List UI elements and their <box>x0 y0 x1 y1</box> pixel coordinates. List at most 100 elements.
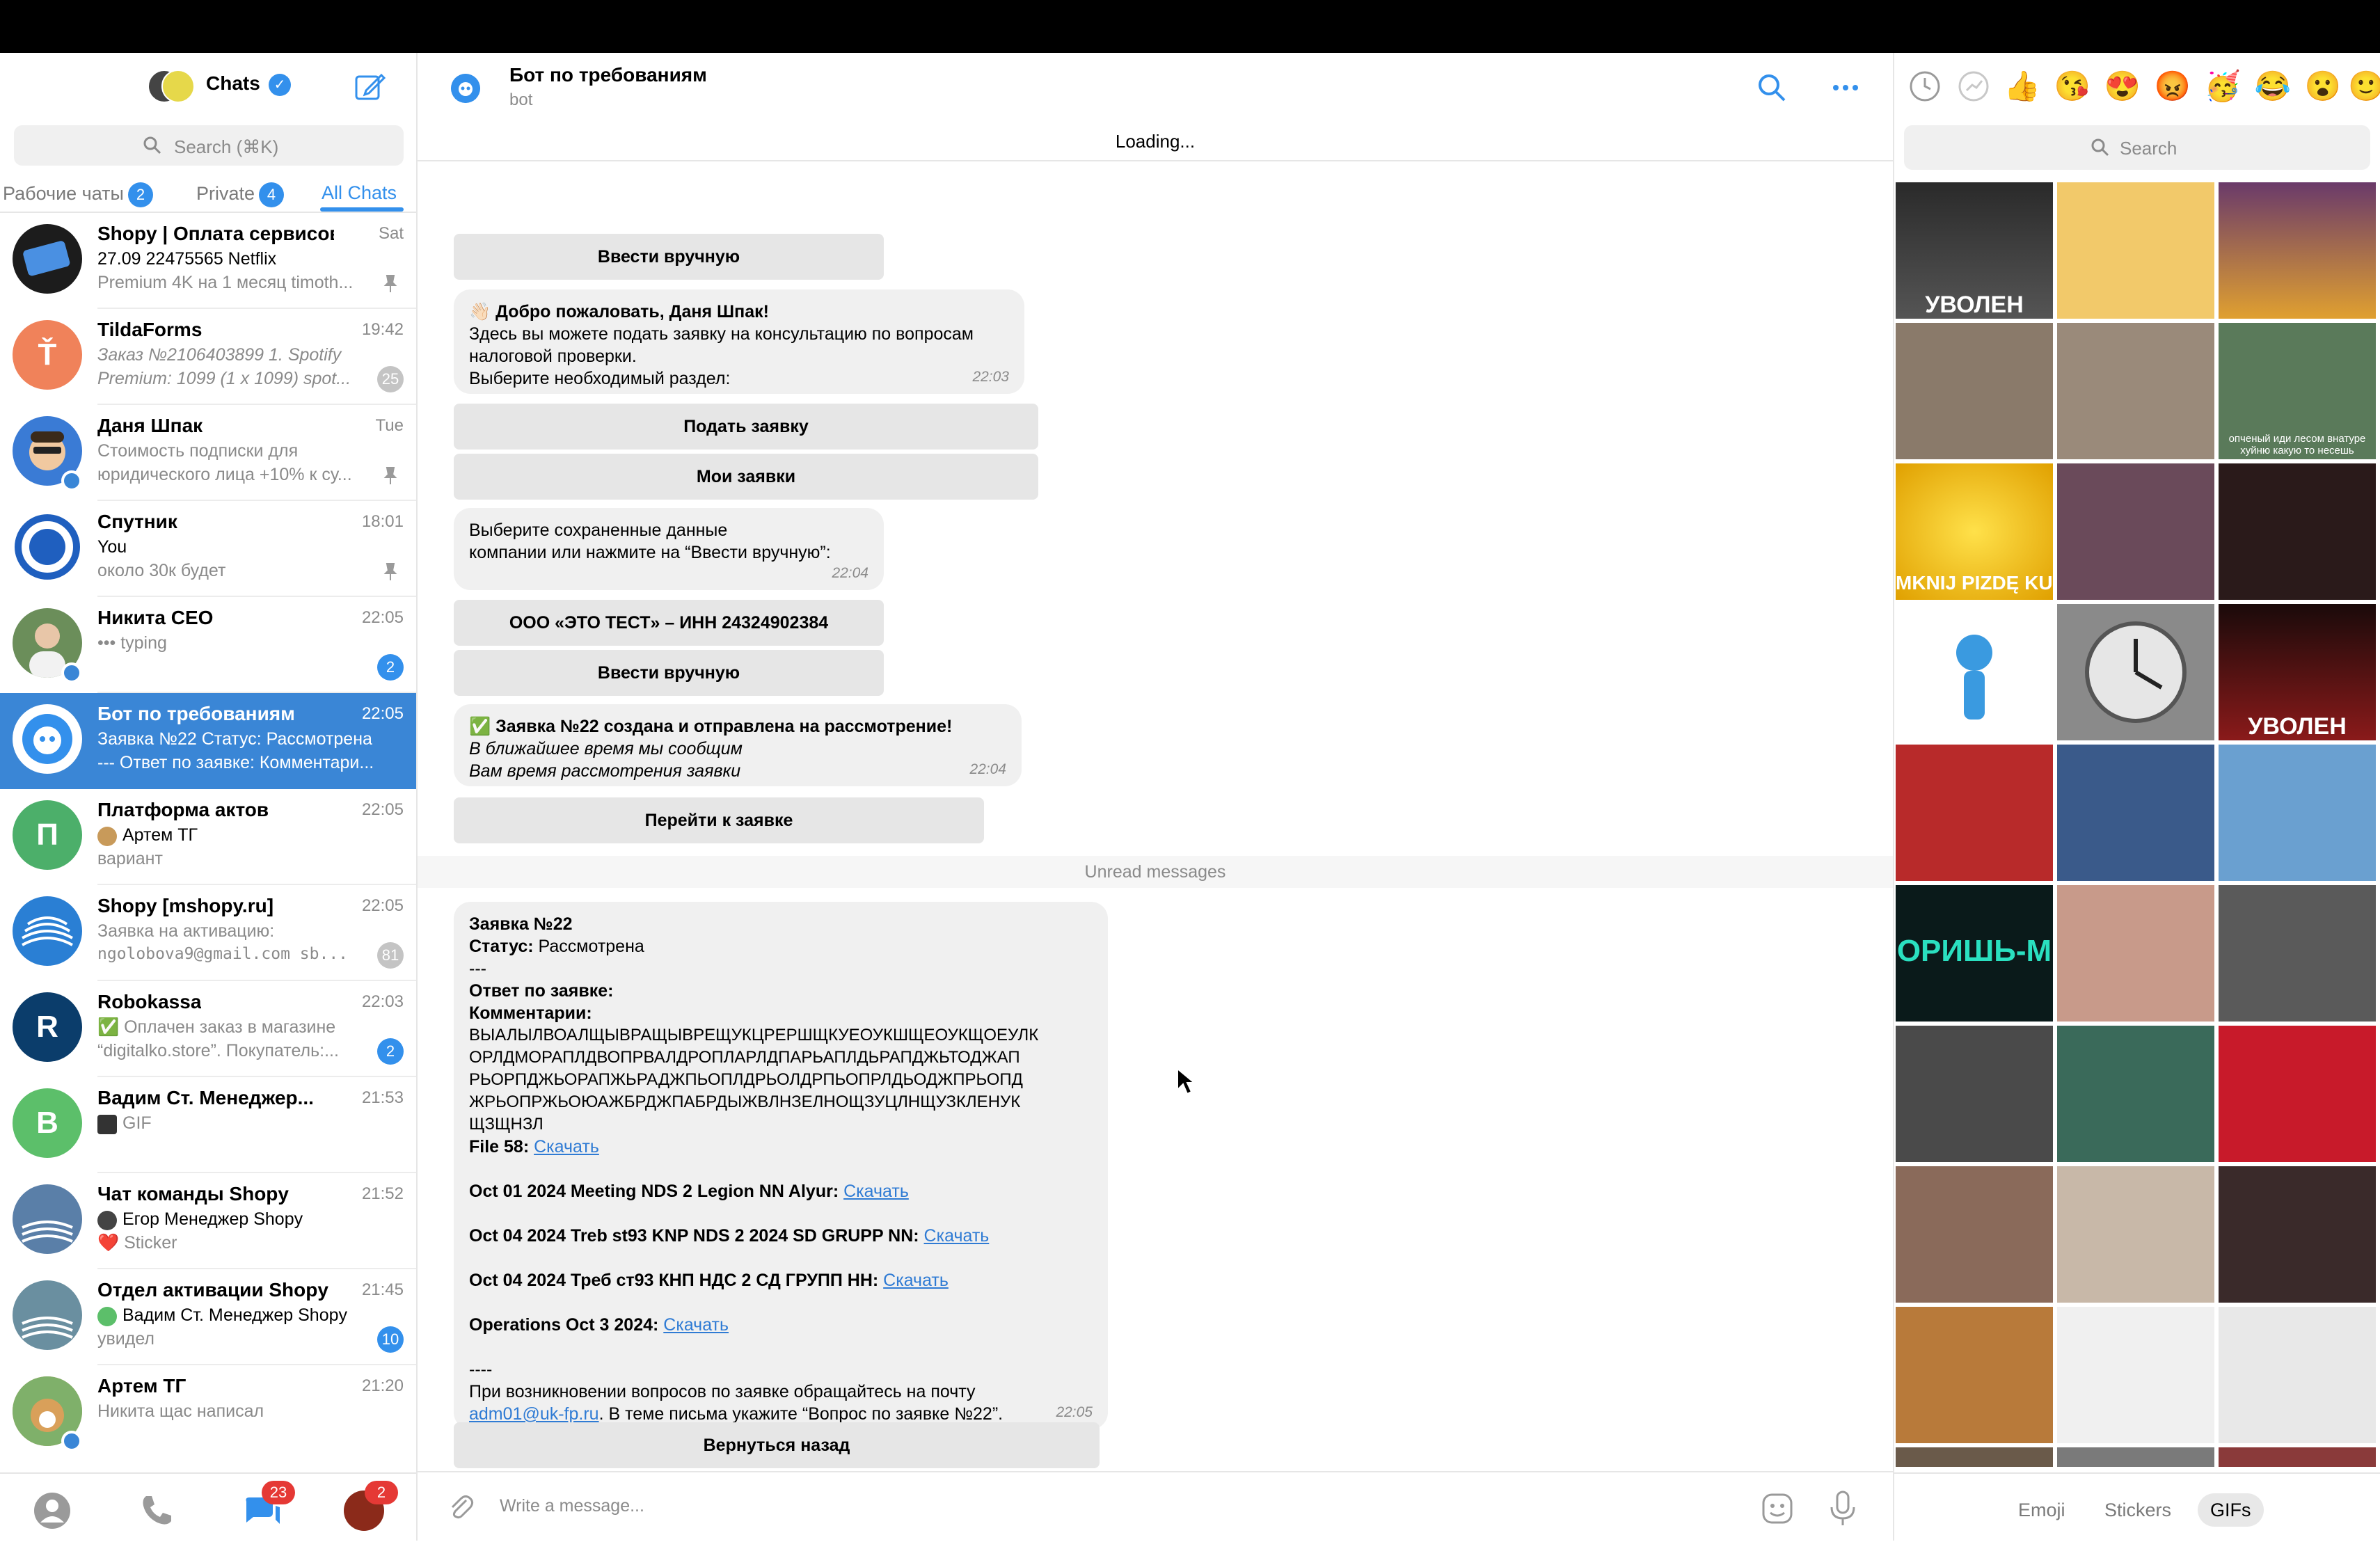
trending-icon[interactable] <box>1953 65 1994 107</box>
gif-item[interactable]: УВОЛЕН <box>1896 182 2053 319</box>
chat-item-artem-tg[interactable]: Артем ТГ 21:20 Никита щас написал <box>0 1365 416 1461</box>
chat-item-shopy-mshopy[interactable]: Shopy [mshopy.ru] 22:05 Заявка на актива… <box>0 885 416 981</box>
gif-item[interactable] <box>2057 745 2214 881</box>
gif-item[interactable] <box>1896 1307 2053 1443</box>
message-line: налоговой проверки. <box>469 347 637 366</box>
gif-item[interactable] <box>2219 463 2376 600</box>
gif-item[interactable]: УВОЛЕН <box>2219 604 2376 740</box>
download-link[interactable]: Скачать <box>843 1182 909 1201</box>
gif-item[interactable] <box>2219 182 2376 319</box>
download-link[interactable]: Скачать <box>663 1315 729 1335</box>
gif-item[interactable] <box>2057 1307 2214 1443</box>
angry-emoji[interactable]: 😡 <box>2152 65 2193 107</box>
chat-item-vadim-manager[interactable]: В Вадим Ст. Менеджер... 21:53 GIF <box>0 1077 416 1173</box>
gif-search-input[interactable]: Search <box>1904 125 2370 170</box>
search-icon[interactable] <box>1756 72 1787 103</box>
chat-list-panel: Chats ✓ Search (⌘K) Рабочие чаты 2 Privat… <box>0 53 418 1542</box>
download-link[interactable]: Скачать <box>924 1226 990 1246</box>
gif-item[interactable] <box>2057 604 2214 740</box>
email-link[interactable]: adm01@uk-fp.ru <box>469 1404 599 1424</box>
chats-nav-button[interactable]: 23 <box>241 1481 295 1531</box>
gif-item[interactable] <box>1896 323 2053 459</box>
tab-emoji[interactable]: Emoji <box>2006 1493 2078 1527</box>
avatar <box>13 1184 82 1254</box>
gif-item[interactable] <box>2057 1026 2214 1162</box>
chat-name: TildaForms <box>97 319 203 340</box>
chat-item-platforma-aktov[interactable]: П Платформа актов 22:05 Артем ТГ вариант <box>0 789 416 885</box>
comment-text: ЖРЬОПРЖЬОЮАЖБРДЖПАБРДЫЖВЛНЗЕЛНОЩЗУЦЛНЩУЗ… <box>469 1092 1021 1111</box>
calls-icon[interactable] <box>136 1491 177 1531</box>
gif-item[interactable] <box>2057 885 2214 1022</box>
gif-item[interactable] <box>2057 323 2214 459</box>
thumbs-up-emoji[interactable]: 👍 <box>2001 65 2043 107</box>
chat-item-tildaforms[interactable]: Ť TildaForms 19:42 Заказ №2106403899 1. … <box>0 309 416 405</box>
gif-item[interactable] <box>1896 1447 2053 1467</box>
heart-eyes-emoji[interactable]: 😍 <box>2102 65 2143 107</box>
chat-preview: Никита щас написал <box>97 1401 264 1421</box>
laughing-emoji[interactable]: 😂 <box>2252 65 2294 107</box>
chat-item-requirements-bot[interactable]: Бот по требованиям 22:05 Заявка №22 Стат… <box>0 693 416 789</box>
gif-item[interactable] <box>1896 1166 2053 1303</box>
chat-item-sputnik[interactable]: Спутник 18:01 You около 30к будет <box>0 501 416 597</box>
unread-count: 2 <box>377 654 404 681</box>
gif-item[interactable] <box>1896 604 2053 740</box>
avatar: R <box>13 992 82 1062</box>
account-avatars[interactable] <box>148 70 195 103</box>
more-icon[interactable] <box>1832 82 1859 93</box>
sticker-icon[interactable] <box>1761 1492 1794 1525</box>
tab-work-chats[interactable]: Рабочие чаты 2 <box>3 182 153 207</box>
chat-item-activation-dept[interactable]: Отдел активации Shopy 21:45 Вадим Ст. Ме… <box>0 1269 416 1365</box>
attach-icon[interactable] <box>445 1492 476 1523</box>
profile-nav-button[interactable]: 2 <box>344 1481 398 1531</box>
tab-private[interactable]: Private 4 <box>196 182 285 207</box>
gif-item[interactable] <box>2219 1307 2376 1443</box>
chat-item-danya-shpak[interactable]: Даня Шпак Tue Стоимость подписки для юри… <box>0 405 416 501</box>
go-to-request-button[interactable]: Перейти к заявке <box>454 797 984 843</box>
my-requests-button[interactable]: Мои заявки <box>454 454 1038 500</box>
contacts-icon[interactable] <box>32 1491 72 1531</box>
go-back-button[interactable]: Вернуться назад <box>454 1422 1100 1468</box>
download-link[interactable]: Скачать <box>883 1271 949 1290</box>
enter-manually-button[interactable]: Ввести вручную <box>454 234 884 280</box>
gif-item[interactable] <box>1896 1026 2053 1162</box>
surprised-emoji[interactable]: 😮 <box>2302 65 2344 107</box>
conversation-header[interactable]: Бот по требованиям bot <box>418 53 1893 120</box>
recent-icon[interactable] <box>1904 65 1946 107</box>
gif-item[interactable] <box>2057 182 2214 319</box>
gif-item[interactable]: ОРИШЬ-М <box>1896 885 2053 1022</box>
typing-indicator: ••• typing <box>97 633 167 653</box>
microphone-icon[interactable] <box>1829 1491 1857 1527</box>
party-emoji[interactable]: 🥳 <box>2202 65 2244 107</box>
kiss-emoji[interactable]: 😘 <box>2052 65 2093 107</box>
download-link[interactable]: Скачать <box>534 1137 599 1156</box>
submit-request-button[interactable]: Подать заявку <box>454 404 1038 450</box>
tab-all-chats[interactable]: All Chats <box>322 182 397 204</box>
telegram-app: Chats ✓ Search (⌘K) Рабочие чаты 2 Privat… <box>0 53 2380 1542</box>
company-select-button[interactable]: ООО «ЭТО ТЕСТ» – ИНН 24324902384 <box>454 600 884 646</box>
gif-item[interactable] <box>2057 463 2214 600</box>
gif-item[interactable] <box>2219 1447 2376 1467</box>
gif-item[interactable] <box>2219 885 2376 1022</box>
pin-icon <box>383 467 397 484</box>
gif-item[interactable] <box>2219 1026 2376 1162</box>
gif-item[interactable] <box>2219 745 2376 881</box>
gif-item[interactable]: опченый иди лесом внатуре хуйню какую то… <box>2219 323 2376 459</box>
tab-stickers[interactable]: Stickers <box>2092 1493 2184 1527</box>
gif-item[interactable] <box>2057 1447 2214 1467</box>
search-input[interactable]: Search (⌘K) <box>14 125 404 166</box>
gif-item[interactable] <box>1896 745 2053 881</box>
message-input[interactable]: Write a message... <box>500 1496 644 1516</box>
gif-item[interactable] <box>2219 1166 2376 1303</box>
chat-item-robokassa[interactable]: R Robokassa 22:03 ✅ Оплачен заказ в мага… <box>0 981 416 1077</box>
smile-emoji[interactable]: 🙂 <box>2348 65 2380 107</box>
message-title: ✅ Заявка №22 создана и отправлена на рас… <box>469 717 953 736</box>
chat-item-shopy-payments[interactable]: Shopy | Оплата сервисов Sat 27.09 224755… <box>0 213 416 309</box>
compose-icon[interactable] <box>354 71 387 102</box>
tab-gifs[interactable]: GIFs <box>2198 1493 2264 1527</box>
chat-item-nikita-ceo[interactable]: Никита CEO 22:05 ••• typing 2 <box>0 597 416 693</box>
enter-manually-button-2[interactable]: Ввести вручную <box>454 650 884 696</box>
gif-item[interactable] <box>2057 1166 2214 1303</box>
gif-item[interactable]: MKNIJ PIZDĘ KUR <box>1896 463 2053 600</box>
chat-item-shopy-team[interactable]: Чат команды Shopy 21:52 Егор Менеджер Sh… <box>0 1173 416 1269</box>
